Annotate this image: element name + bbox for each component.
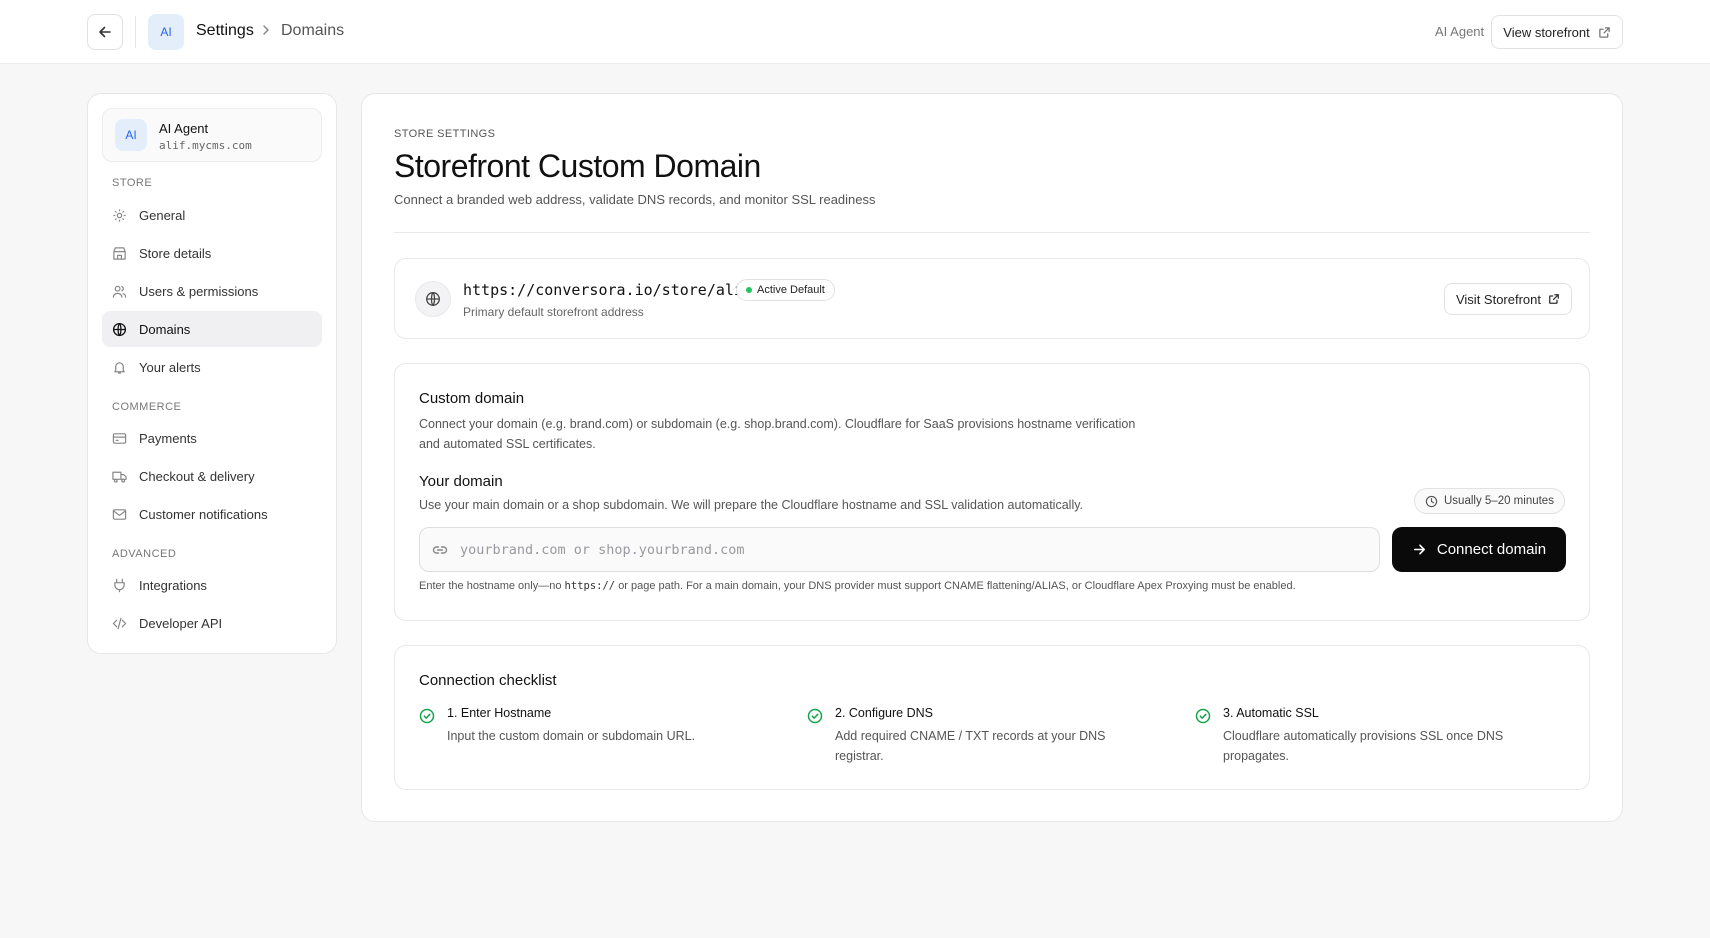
step-description: Cloudflare automatically provisions SSL …: [1223, 729, 1504, 763]
globe-icon: [112, 322, 127, 336]
sidebar-item-label: Developer API: [139, 615, 223, 631]
hint-code: https://: [564, 580, 616, 592]
sidebar-item-general[interactable]: General: [102, 197, 322, 233]
time-estimate-label: Usually 5–20 minutes: [1444, 495, 1554, 507]
users-icon: [112, 285, 127, 298]
arrow-right-icon: [1413, 544, 1425, 555]
sidebar-item-integrations[interactable]: Integrations: [102, 567, 322, 603]
step-title: 3. Automatic SSL: [1223, 706, 1319, 720]
sidebar-item-label: Customer notifications: [139, 506, 268, 522]
sidebar-item-store-details[interactable]: Store details: [102, 235, 322, 271]
status-badge: Active Default: [736, 279, 835, 301]
status-badge-label: Active Default: [757, 284, 825, 296]
header-divider: [135, 16, 136, 48]
account-name: AI Agent: [159, 121, 209, 136]
account-host: alif.mycms.com: [159, 139, 252, 152]
domain-globe-badge: [415, 281, 451, 317]
sidebar-item-your-alerts[interactable]: Your alerts: [102, 349, 322, 385]
eyebrow-label: STORE SETTINGS: [394, 128, 496, 140]
custom-domain-description: Connect your domain (e.g. brand.com) or …: [419, 417, 1136, 451]
sidebar-item-label: Store details: [139, 245, 212, 261]
page-section-title[interactable]: Settings: [196, 22, 254, 40]
sidebar-item-label: Checkout & delivery: [139, 468, 255, 484]
header-avatar[interactable]: AI: [148, 14, 184, 50]
section-divider: [394, 232, 1590, 233]
visit-storefront-label: Visit Storefront: [1455, 291, 1542, 307]
sidebar-item-label: Your alerts: [139, 359, 201, 375]
sidebar-item-checkout-delivery[interactable]: Checkout & delivery: [102, 458, 322, 494]
custom-domain-card: Custom domain Connect your domain (e.g. …: [394, 363, 1590, 621]
sidebar-item-label: Payments: [139, 430, 197, 446]
domain-input-field[interactable]: [419, 527, 1380, 572]
section-label-commerce: COMMERCE: [112, 401, 182, 413]
your-domain-description: Use your main domain or a shop subdomain…: [419, 498, 1084, 512]
section-label-advanced: ADVANCED: [112, 548, 177, 560]
check-circle-icon: [807, 708, 823, 724]
sidebar-item-users-permissions[interactable]: Users & permissions: [102, 273, 322, 309]
settings-sidebar: AI AI Agent alif.mycms.com STORE General…: [87, 93, 337, 654]
view-storefront-button[interactable]: View storefront: [1491, 15, 1623, 49]
view-storefront-label: View storefront: [1503, 24, 1590, 40]
sidebar-item-label: General: [139, 207, 186, 223]
external-link-icon: [1598, 26, 1610, 38]
account-card[interactable]: AI AI Agent alif.mycms.com: [102, 108, 322, 162]
check-circle-icon: [419, 708, 435, 724]
connect-domain-button[interactable]: Connect domain: [1392, 527, 1566, 572]
truck-icon: [112, 471, 127, 483]
header-user-label: AI Agent: [1435, 24, 1485, 39]
hostname-hint: Enter the hostname only—no https:// or p…: [419, 580, 1296, 592]
default-domain-url: https://conversora.io/store/alif: [463, 281, 752, 299]
sidebar-item-customer-notifications[interactable]: Customer notifications: [102, 496, 322, 532]
domain-input[interactable]: [460, 541, 1340, 558]
clock-icon: [1425, 495, 1438, 507]
sidebar-item-label: Domains: [139, 321, 191, 337]
sidebar-item-payments[interactable]: Payments: [102, 420, 322, 456]
sidebar-item-domains[interactable]: Domains: [102, 311, 322, 347]
top-header: AI Settings Domains AI Agent View storef…: [0, 0, 1710, 64]
gear-icon: [113, 208, 126, 222]
sidebar-item-developer-api[interactable]: Developer API: [102, 605, 322, 641]
mail-icon: [112, 508, 127, 520]
visit-storefront-button[interactable]: Visit Storefront: [1444, 283, 1572, 315]
time-estimate-pill: Usually 5–20 minutes: [1414, 488, 1565, 514]
plug-icon: [114, 578, 125, 592]
default-domain-subtitle: Primary default storefront address: [463, 305, 644, 319]
step-description: Input the custom domain or subdomain URL…: [447, 729, 696, 743]
globe-icon: [426, 292, 440, 306]
account-avatar: AI: [115, 119, 147, 151]
page-title: Storefront Custom Domain: [394, 148, 761, 184]
step-description: Add required CNAME / TXT records at your…: [835, 729, 1106, 763]
step-title: 1. Enter Hostname: [447, 706, 552, 720]
breadcrumb-current: Domains: [281, 22, 345, 39]
hint-suffix: or page path. For a main domain, your DN…: [618, 580, 1296, 592]
connection-checklist-card: Connection checklist 1. Enter Hostname I…: [394, 645, 1590, 790]
sidebar-item-label: Integrations: [139, 577, 207, 593]
your-domain-title: Your domain: [419, 473, 503, 490]
check-circle-icon: [1195, 708, 1211, 724]
store-icon: [113, 246, 126, 260]
back-button[interactable]: [87, 14, 123, 50]
external-link-icon: [1549, 294, 1559, 304]
chevron-right-icon: [263, 25, 269, 35]
credit-card-icon: [112, 432, 127, 444]
status-dot: [746, 287, 752, 293]
bell-icon: [114, 361, 125, 374]
hint-prefix: Enter the hostname only—no: [419, 580, 562, 592]
page-description: Connect a branded web address, validate …: [394, 192, 876, 207]
step-title: 2. Configure DNS: [835, 706, 933, 720]
arrow-left-icon: [99, 26, 111, 38]
sidebar-item-label: Users & permissions: [139, 283, 259, 299]
main-panel: STORE SETTINGS Storefront Custom Domain …: [361, 93, 1623, 822]
custom-domain-title: Custom domain: [419, 390, 525, 407]
default-domain-card: https://conversora.io/store/alif Active …: [394, 258, 1590, 339]
connect-domain-label: Connect domain: [1436, 541, 1547, 558]
section-label-store: STORE: [112, 177, 153, 189]
code-icon: [112, 617, 127, 629]
link-icon: [432, 545, 448, 554]
checklist-title: Connection checklist: [419, 672, 557, 689]
